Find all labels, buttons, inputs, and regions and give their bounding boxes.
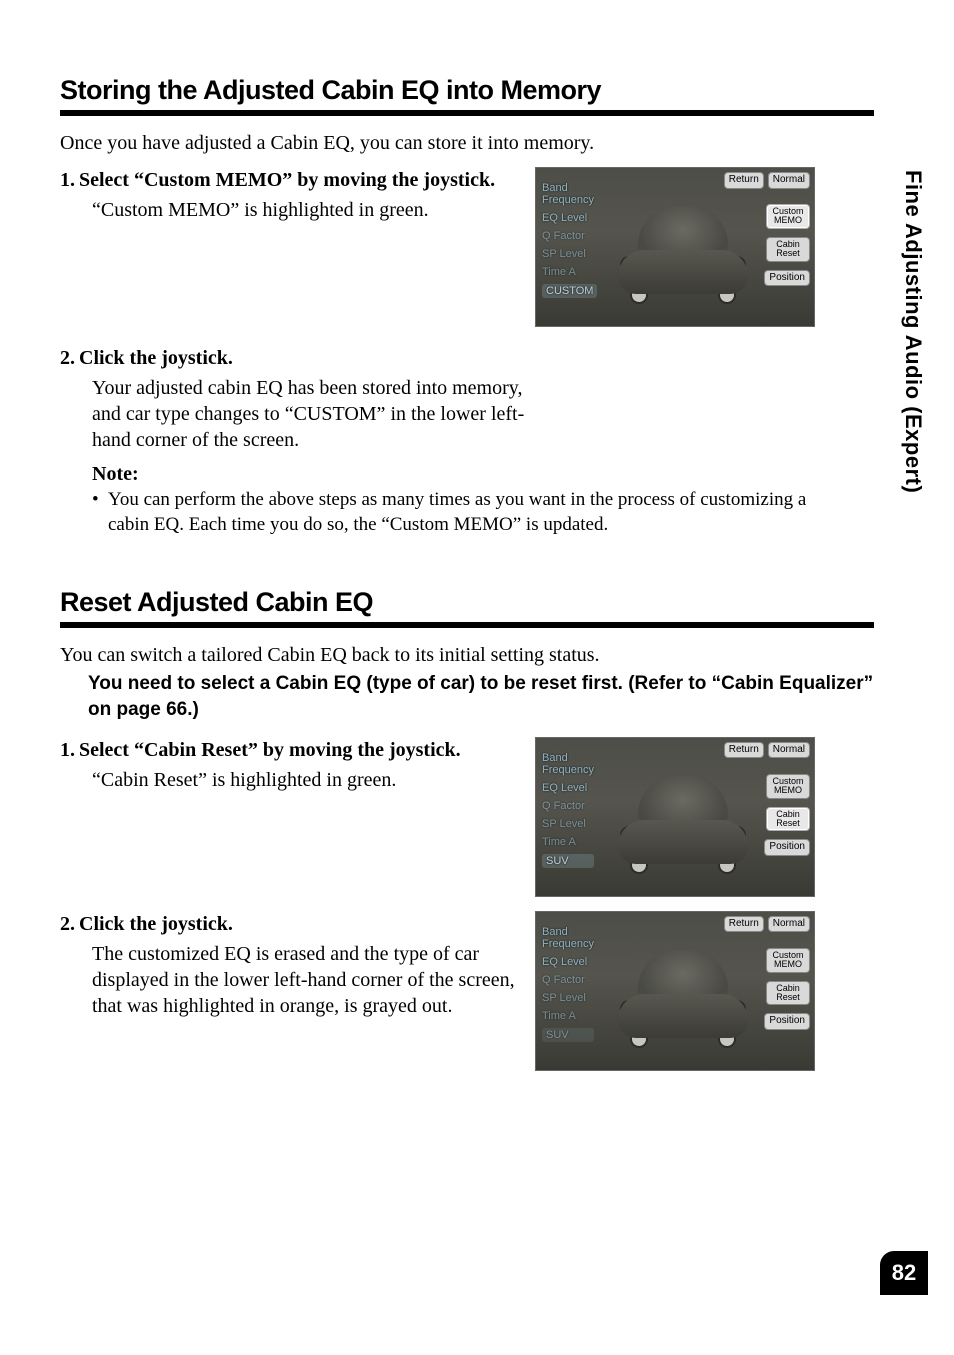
ui-left-eqlevel: EQ Level <box>542 212 597 224</box>
s2-step2-num: 2. <box>60 913 75 935</box>
ui-left-qfactor: Q Factor <box>542 230 597 242</box>
ui-return-button[interactable]: Return <box>724 742 764 759</box>
section1-title: Storing the Adjusted Cabin EQ into Memor… <box>60 75 874 116</box>
section2-title: Reset Adjusted Cabin EQ <box>60 587 874 628</box>
s1-step1-head: Select “Custom MEMO” by moving the joyst… <box>79 169 495 191</box>
ui-left-timea: Time A <box>542 266 597 278</box>
car-graphic <box>618 198 748 298</box>
s2-step1-num: 1. <box>60 739 75 761</box>
ui-left-splevel: SP Level <box>542 818 594 830</box>
ui-left-qfactor: Q Factor <box>542 974 594 986</box>
ui-position-button[interactable]: Position <box>764 270 810 287</box>
ui-return-button[interactable]: Return <box>724 172 764 189</box>
s1-step1-num: 1. <box>60 169 75 191</box>
s2-step1-body: “Cabin Reset” is highlighted in green. <box>92 767 521 793</box>
s2-step1-head: Select “Cabin Reset” by moving the joyst… <box>79 739 461 761</box>
s1-step2-body: Your adjusted cabin EQ has been stored i… <box>92 375 537 453</box>
ui-left-bandfreq: Band Frequency <box>542 926 594 950</box>
ui-position-button[interactable]: Position <box>764 839 810 856</box>
section2-subintro: You need to select a Cabin EQ (type of c… <box>88 671 874 722</box>
page-number-badge: 82 <box>880 1251 928 1295</box>
ui-position-button[interactable]: Position <box>764 1013 810 1030</box>
ui-bottom-tag: SUV <box>542 1028 594 1042</box>
ui-left-qfactor: Q Factor <box>542 800 594 812</box>
ui-left-timea: Time A <box>542 836 594 848</box>
ui-normal-button[interactable]: Normal <box>768 172 810 189</box>
ui-bottom-tag: SUV <box>542 854 594 868</box>
ui-cabin-reset-button[interactable]: Cabin Reset <box>766 807 810 832</box>
car-graphic <box>618 942 748 1042</box>
s2-step2-head: Click the joystick. <box>79 913 233 935</box>
ui-normal-button[interactable]: Normal <box>768 742 810 759</box>
s1-step2-num: 2. <box>60 347 75 369</box>
section1-intro: Once you have adjusted a Cabin EQ, you c… <box>60 130 874 157</box>
ui-left-eqlevel: EQ Level <box>542 956 594 968</box>
section2-intro: You can switch a tailored Cabin EQ back … <box>60 642 874 669</box>
ui-left-timea: Time A <box>542 1010 594 1022</box>
ui-left-eqlevel: EQ Level <box>542 782 594 794</box>
ui-cabin-reset-button[interactable]: Cabin Reset <box>766 981 810 1006</box>
ui-bottom-tag: CUSTOM <box>542 284 597 298</box>
screenshot-cabin-reset-select: Band Frequency EQ Level Q Factor SP Leve… <box>535 737 815 897</box>
s1-step2-head: Click the joystick. <box>79 347 233 369</box>
side-tab: Fine Adjusting Audio (Expert) <box>900 170 926 493</box>
ui-left-splevel: SP Level <box>542 248 597 260</box>
s1-step1-body: “Custom MEMO” is highlighted in green. <box>92 197 521 223</box>
ui-custom-memo-button[interactable]: Custom MEMO <box>766 948 810 973</box>
ui-left-bandfreq: Band Frequency <box>542 752 594 776</box>
ui-custom-memo-button[interactable]: Custom MEMO <box>766 204 810 229</box>
page: Fine Adjusting Audio (Expert) 82 Storing… <box>0 0 954 1355</box>
car-graphic <box>618 768 748 868</box>
ui-cabin-reset-button[interactable]: Cabin Reset <box>766 237 810 262</box>
s2-step2-body: The customized EQ is erased and the type… <box>92 941 521 1019</box>
ui-normal-button[interactable]: Normal <box>768 916 810 933</box>
note-body: You can perform the above steps as many … <box>108 488 822 537</box>
screenshot-custom-memo: Band Frequency EQ Level Q Factor SP Leve… <box>535 167 815 327</box>
note-label: Note: <box>92 463 806 486</box>
bullet-icon: • <box>92 488 108 537</box>
screenshot-cabin-reset-done: Band Frequency EQ Level Q Factor SP Leve… <box>535 911 815 1071</box>
ui-left-splevel: SP Level <box>542 992 594 1004</box>
ui-return-button[interactable]: Return <box>724 916 764 933</box>
ui-custom-memo-button[interactable]: Custom MEMO <box>766 774 810 799</box>
ui-left-bandfreq: Band Frequency <box>542 182 597 206</box>
